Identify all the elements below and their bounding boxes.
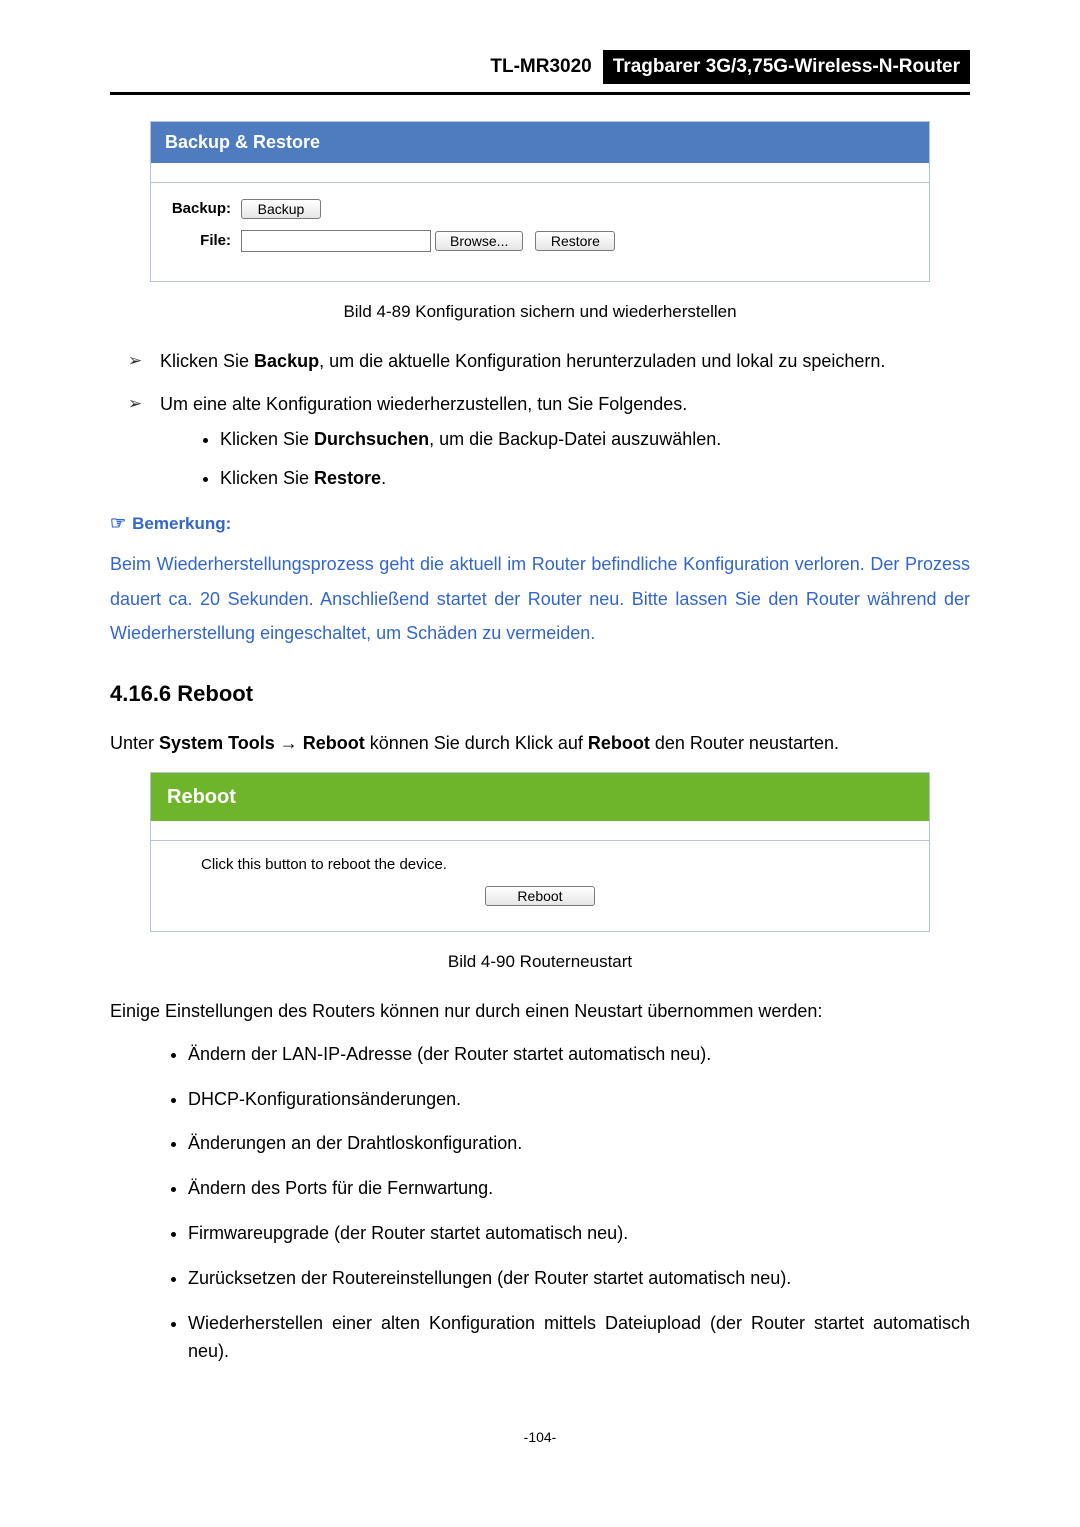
text: , um die Backup-Datei auszuwählen. [429, 429, 721, 449]
restart-list: Ändern der LAN-IP-Adresse (der Router st… [188, 1040, 970, 1366]
bold: Backup [254, 351, 319, 371]
list-item: Ändern des Ports für die Fernwartung. [188, 1174, 970, 1203]
instruction-list: Klicken Sie Backup, um die aktuelle Konf… [128, 347, 970, 492]
note-body: Beim Wiederherstellungsprozess geht die … [110, 547, 970, 650]
hand-icon: ☞ [110, 509, 126, 538]
backup-row: Backup: Backup [161, 197, 919, 221]
list-item: Wiederherstellen einer alten Konfigurati… [188, 1309, 970, 1367]
note-heading: ☞ Bemerkung: [110, 509, 970, 538]
reboot-button[interactable]: Reboot [485, 886, 595, 906]
text: Klicken Sie [220, 429, 314, 449]
list-item: DHCP-Konfigurationsänderungen. [188, 1085, 970, 1114]
section-heading: 4.16.6 Reboot [110, 676, 970, 711]
browse-button[interactable]: Browse... [435, 231, 523, 251]
figure-caption-2: Bild 4-90 Routerneustart [110, 948, 970, 975]
text: Klicken Sie [160, 351, 254, 371]
backup-label: Backup: [161, 197, 241, 221]
instruction-item-2: Um eine alte Konfiguration wiederherzust… [128, 390, 970, 492]
bold: Durchsuchen [314, 429, 429, 449]
text: Klicken Sie [220, 468, 314, 488]
page-number: -104- [110, 1426, 970, 1448]
sub-item-2: Klicken Sie Restore. [220, 464, 970, 493]
list-item: Zurücksetzen der Routereinstellungen (de… [188, 1264, 970, 1293]
panel-spacer [151, 163, 929, 183]
figure-caption-1: Bild 4-89 Konfiguration sichern und wied… [110, 298, 970, 325]
file-input[interactable] [241, 230, 431, 252]
file-row: File: Browse... Restore [161, 229, 919, 253]
reboot-panel: Reboot Click this button to reboot the d… [150, 772, 930, 932]
product-subtitle: Tragbarer 3G/3,75G-Wireless-N-Router [603, 50, 970, 84]
panel-spacer [151, 821, 929, 841]
reboot-panel-body: Click this button to reboot the device. … [151, 841, 929, 931]
page-header: TL-MR3020 Tragbarer 3G/3,75G-Wireless-N-… [110, 50, 970, 84]
reboot-button-wrap: Reboot [201, 885, 879, 909]
note-title: Bemerkung: [132, 514, 231, 533]
list-item: Firmwareupgrade (der Router startet auto… [188, 1219, 970, 1248]
text: Um eine alte Konfiguration wiederherzust… [160, 394, 687, 414]
bold: Reboot [588, 733, 650, 753]
backup-restore-panel: Backup & Restore Backup: Backup File: Br… [150, 121, 930, 282]
reboot-panel-title: Reboot [151, 773, 929, 821]
backup-button[interactable]: Backup [241, 199, 321, 219]
restore-button[interactable]: Restore [535, 231, 615, 251]
instruction-item-1: Klicken Sie Backup, um die aktuelle Konf… [128, 347, 970, 376]
text: , um die aktuelle Konfiguration herunter… [319, 351, 885, 371]
reboot-text: Click this button to reboot the device. [201, 853, 879, 877]
text: den Router neustarten. [650, 733, 839, 753]
sub-item-1: Klicken Sie Durchsuchen, um die Backup-D… [220, 425, 970, 454]
list-item: Ändern der LAN-IP-Adresse (der Router st… [188, 1040, 970, 1069]
text: können Sie durch Klick auf [365, 733, 588, 753]
text: Unter [110, 733, 159, 753]
file-label: File: [161, 229, 241, 253]
bold: Restore [314, 468, 381, 488]
model-label: TL-MR3020 [484, 50, 597, 84]
backup-panel-body: Backup: Backup File: Browse... Restore [151, 183, 929, 281]
restart-intro: Einige Einstellungen des Routers können … [110, 997, 970, 1026]
header-divider [110, 92, 970, 95]
sub-instruction-list: Klicken Sie Durchsuchen, um die Backup-D… [220, 425, 970, 493]
list-item: Änderungen an der Drahtloskonfiguration. [188, 1129, 970, 1158]
backup-panel-title: Backup & Restore [151, 122, 929, 163]
reboot-intro: Unter System Tools → Reboot können Sie d… [110, 729, 970, 758]
text: . [381, 468, 386, 488]
bold: System Tools → Reboot [159, 733, 365, 753]
